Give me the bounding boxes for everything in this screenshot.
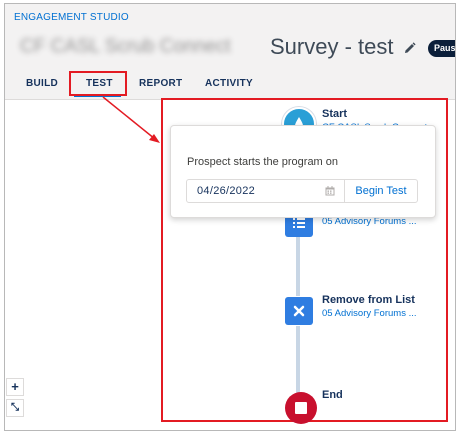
fit-to-screen-button[interactable]: ⤡ [6, 399, 24, 417]
begin-test-button[interactable]: Begin Test [344, 180, 417, 202]
tab-activity[interactable]: ACTIVITY [205, 78, 253, 89]
date-input-group: Begin Test [186, 179, 418, 203]
remove-from-list-title: Remove from List [322, 294, 415, 306]
flow-connector [296, 326, 300, 396]
close-icon [293, 305, 305, 317]
flow-connector [296, 236, 300, 296]
test-tab-highlight [69, 71, 127, 96]
title-row: CF CASL Scrub Connect Survey - test Paus… [14, 30, 455, 66]
end-node[interactable] [285, 392, 317, 424]
page-title: Survey - test [270, 34, 394, 59]
stop-icon [295, 402, 307, 414]
test-start-popover: Prospect starts the program on Begin Tes… [170, 125, 436, 218]
end-node-title: End [322, 389, 343, 401]
pencil-icon[interactable] [404, 42, 416, 54]
status-badge: Paused [428, 40, 455, 57]
tab-build[interactable]: BUILD [26, 78, 58, 89]
tab-report[interactable]: REPORT [139, 78, 182, 89]
program-name-redacted: CF CASL Scrub Connect [20, 36, 231, 57]
popover-label: Prospect starts the program on [187, 156, 339, 168]
calendar-icon[interactable] [325, 186, 335, 196]
zoom-in-button[interactable]: + [6, 378, 24, 396]
start-date-input[interactable] [187, 180, 344, 202]
remove-from-list-subtitle[interactable]: 05 Advisory Forums ... [322, 308, 417, 319]
remove-from-list-node[interactable] [285, 297, 313, 325]
app-frame: ENGAGEMENT STUDIO CF CASL Scrub Connect … [4, 3, 456, 431]
start-node-title: Start [322, 108, 348, 120]
app-label[interactable]: ENGAGEMENT STUDIO [14, 12, 129, 23]
